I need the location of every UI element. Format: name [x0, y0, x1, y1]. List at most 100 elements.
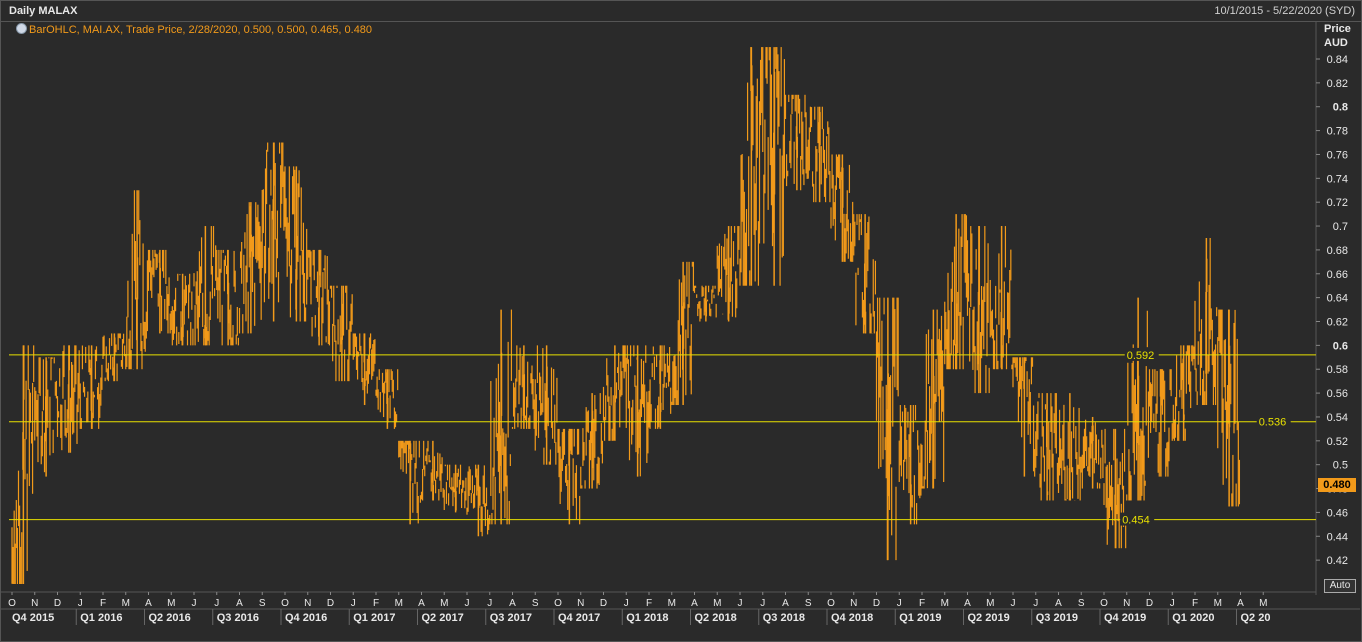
quarter-label: Q4 2015: [12, 612, 54, 624]
price-chart[interactable]: 0.84 0.82 0.8 0.78 0.76 0.74 0.72 0.7 0.68 0.66 0.…: [0, 0, 1362, 642]
y-tick-label: 0.6: [1333, 340, 1348, 352]
quarter-label: Q2 2019: [968, 612, 1010, 624]
x-tick-label: M: [122, 598, 130, 609]
y-tick-label: 0.56: [1327, 388, 1348, 400]
y-tick-label: 0.62: [1327, 317, 1348, 329]
y-tick-label: 0.44: [1327, 531, 1348, 543]
x-tick-label: A: [964, 598, 971, 609]
reference-label: 0.592: [1127, 350, 1155, 362]
x-tick-label: A: [691, 598, 698, 609]
x-tick-label: A: [509, 598, 516, 609]
x-tick-label: N: [304, 598, 311, 609]
x-tick-label: A: [236, 598, 243, 609]
x-tick-label: A: [1237, 598, 1244, 609]
x-tick-label: J: [738, 598, 743, 609]
quarter-label: Q1 2018: [626, 612, 668, 624]
auto-scale-button[interactable]: Auto: [1324, 579, 1356, 593]
quarter-label: Q3 2019: [1036, 612, 1078, 624]
x-tick-label: O: [1100, 598, 1108, 609]
y-tick-label: 0.7: [1333, 221, 1348, 233]
x-tick-label: N: [1123, 598, 1130, 609]
x-tick-label: D: [327, 598, 334, 609]
y-tick-label: 0.74: [1327, 173, 1348, 185]
quarter-label: Q4 2017: [558, 612, 600, 624]
x-tick-label: S: [1078, 598, 1085, 609]
y-tick-label: 0.46: [1327, 507, 1348, 519]
x-tick-label: F: [1192, 598, 1198, 609]
x-tick-label: D: [873, 598, 880, 609]
x-tick-label: N: [577, 598, 584, 609]
x-tick-label: M: [395, 598, 403, 609]
y-tick-label: 0.66: [1327, 269, 1348, 281]
x-tick-label: A: [145, 598, 152, 609]
y-tick-label: 0.52: [1327, 436, 1348, 448]
x-tick-label: M: [941, 598, 949, 609]
quarter-label: Q1 2020: [1172, 612, 1214, 624]
quarter-label: Q1 2016: [80, 612, 122, 624]
x-tick-label: M: [986, 598, 994, 609]
quarter-label: Q4 2018: [831, 612, 873, 624]
x-tick-label: J: [214, 598, 219, 609]
x-tick-label: M: [440, 598, 448, 609]
x-tick-label: A: [418, 598, 425, 609]
quarter-label: Q3 2016: [217, 612, 259, 624]
quarter-label: Q4 2019: [1104, 612, 1146, 624]
y-tick-label: 0.68: [1327, 245, 1348, 257]
quarter-label: Q4 2016: [285, 612, 327, 624]
x-tick-label: D: [1146, 598, 1153, 609]
x-tick-label: J: [465, 598, 470, 609]
quarter-label: Q3 2017: [490, 612, 532, 624]
y-tick-label: 0.78: [1327, 126, 1348, 138]
x-tick-label: J: [1033, 598, 1038, 609]
x-tick-label: D: [54, 598, 61, 609]
quarter-label: Q1 2017: [353, 612, 395, 624]
x-tick-label: J: [1011, 598, 1016, 609]
quarter-label: Q2 2017: [422, 612, 464, 624]
x-tick-label: J: [1170, 598, 1175, 609]
y-tick-label: 0.54: [1327, 412, 1348, 424]
x-tick-label: S: [259, 598, 266, 609]
x-tick-label: M: [668, 598, 676, 609]
quarter-label: Q2 20: [1241, 612, 1271, 624]
x-tick-label: A: [1055, 598, 1062, 609]
x-tick-label: M: [167, 598, 175, 609]
x-tick-label: D: [600, 598, 607, 609]
quarter-label: Q2 2018: [695, 612, 737, 624]
x-tick-label: N: [31, 598, 38, 609]
y-tick-label: 0.8: [1333, 102, 1348, 114]
x-tick-label: F: [919, 598, 925, 609]
x-tick-label: J: [760, 598, 765, 609]
last-price-badge: 0.480: [1318, 478, 1356, 492]
x-tick-label: F: [646, 598, 652, 609]
quarter-label: Q1 2019: [899, 612, 941, 624]
x-tick-label: O: [281, 598, 289, 609]
x-tick-label: O: [554, 598, 562, 609]
y-tick-label: 0.42: [1327, 555, 1348, 567]
x-tick-label: F: [100, 598, 106, 609]
x-tick-label: J: [192, 598, 197, 609]
x-tick-label: O: [827, 598, 835, 609]
reference-label: 0.454: [1122, 515, 1150, 527]
y-tick-label: 0.72: [1327, 197, 1348, 209]
x-tick-label: J: [351, 598, 356, 609]
x-tick-label: A: [782, 598, 789, 609]
y-tick-label: 0.58: [1327, 364, 1348, 376]
y-tick-label: 0.82: [1327, 78, 1348, 90]
y-tick-label: 0.5: [1333, 460, 1348, 472]
x-tick-label: S: [805, 598, 812, 609]
reference-label: 0.536: [1259, 417, 1287, 429]
y-tick-label: 0.64: [1327, 293, 1348, 305]
x-tick-label: M: [1214, 598, 1222, 609]
x-tick-label: J: [897, 598, 902, 609]
x-tick-label: J: [78, 598, 83, 609]
x-tick-label: F: [373, 598, 379, 609]
x-tick-label: O: [8, 598, 16, 609]
y-tick-label: 0.76: [1327, 149, 1348, 161]
y-tick-label: 0.84: [1327, 54, 1348, 66]
x-tick-label: J: [487, 598, 492, 609]
quarter-label: Q3 2018: [763, 612, 805, 624]
quarter-label: Q2 2016: [149, 612, 191, 624]
x-tick-label: M: [1259, 598, 1267, 609]
x-tick-label: M: [713, 598, 721, 609]
x-tick-label: N: [850, 598, 857, 609]
